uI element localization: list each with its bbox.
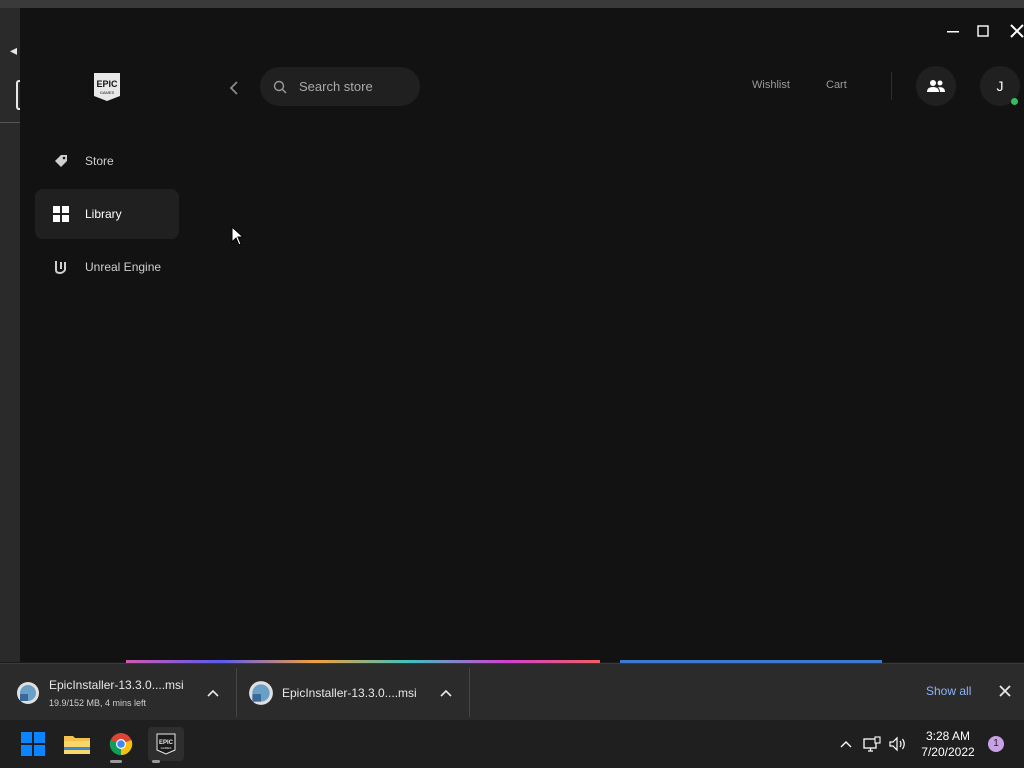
windows-taskbar: EPIC GAMES 3:28 AM 7/20/2022 [0, 720, 1024, 768]
background-window-titlebar [0, 0, 1024, 8]
background-divider [0, 122, 20, 123]
show-all-downloads-link[interactable]: Show all [926, 684, 971, 698]
tag-icon [51, 151, 71, 171]
network-button[interactable] [862, 734, 882, 754]
svg-text:EPIC: EPIC [96, 79, 118, 89]
sidebar-item-label: Store [85, 154, 114, 168]
maximize-button[interactable] [968, 16, 998, 46]
sidebar-item-label: Library [85, 207, 122, 221]
folder-icon [64, 736, 90, 754]
system-clock[interactable]: 3:28 AM 7/20/2022 [912, 728, 984, 760]
download-progress-text: 19.9/152 MB, 4 mins left [49, 697, 147, 708]
network-icon [863, 736, 881, 752]
chrome-icon [109, 733, 133, 756]
close-icon [999, 685, 1011, 697]
search-store-field[interactable] [260, 67, 420, 106]
avatar-initial: J [996, 78, 1004, 94]
svg-text:GAMES: GAMES [100, 90, 115, 95]
download-item[interactable]: EpicInstaller-13.3.0....msi [248, 664, 438, 721]
mouse-cursor-icon [231, 226, 245, 246]
top-bar-divider [891, 72, 892, 100]
show-hidden-icons-button[interactable] [836, 734, 856, 754]
sidebar-item-unreal-engine[interactable]: Unreal Engine [35, 242, 179, 292]
download-shelf: EpicInstaller-13.3.0....msi 19.9/152 MB,… [0, 663, 1024, 720]
epic-games-logo[interactable]: EPIC GAMES [93, 72, 121, 102]
chevron-up-icon [840, 741, 852, 748]
minimize-icon [947, 31, 959, 33]
close-download-shelf-button[interactable] [998, 684, 1012, 698]
start-button[interactable] [18, 729, 48, 759]
installer-file-icon [249, 680, 273, 705]
friends-icon [927, 80, 945, 92]
cart-link[interactable]: Cart [826, 79, 847, 91]
sidebar-item-library[interactable]: Library [35, 189, 179, 239]
wishlist-link[interactable]: Wishlist [752, 79, 790, 91]
online-status-dot [1011, 98, 1018, 105]
download-separator [236, 668, 237, 717]
search-icon [273, 80, 287, 93]
minimize-button[interactable] [938, 16, 968, 46]
epic-games-icon: EPIC GAMES [156, 733, 176, 755]
grid-icon [51, 204, 71, 224]
search-input[interactable] [299, 79, 409, 94]
download-separator [469, 668, 470, 717]
epic-running-indicator [152, 760, 160, 763]
epic-launcher-window: EPIC GAMES Store Library Unreal Engine S… [20, 8, 1024, 662]
windows-logo-icon [21, 732, 45, 756]
chrome-button[interactable] [106, 729, 136, 759]
back-button[interactable] [224, 78, 244, 98]
svg-text:GAMES: GAMES [161, 746, 172, 750]
background-back-arrow-icon: ◂ [10, 42, 18, 58]
installer-file-icon [17, 681, 39, 704]
download-options-button[interactable] [206, 686, 220, 700]
epic-launcher-taskbar-button[interactable]: EPIC GAMES [148, 727, 184, 761]
sidebar-item-store[interactable]: Store [35, 136, 179, 186]
download-filename: EpicInstaller-13.3.0....msi [49, 677, 184, 692]
volume-button[interactable] [888, 734, 908, 754]
chevron-up-icon [440, 689, 452, 697]
download-options-button[interactable] [439, 686, 453, 700]
unreal-icon [51, 257, 71, 277]
close-window-button[interactable] [1002, 16, 1024, 46]
chevron-up-icon [207, 689, 219, 697]
notification-badge[interactable]: 1 [988, 736, 1004, 752]
download-filename: EpicInstaller-13.3.0....msi [282, 685, 417, 700]
maximize-icon [977, 25, 989, 37]
clock-date: 7/20/2022 [921, 745, 975, 759]
chevron-left-icon [229, 81, 238, 95]
chrome-running-indicator [110, 760, 122, 763]
friends-button[interactable] [916, 66, 956, 106]
file-explorer-button[interactable] [62, 729, 92, 759]
download-item[interactable]: EpicInstaller-13.3.0....msi 19.9/152 MB,… [16, 664, 222, 721]
close-icon [1010, 24, 1024, 38]
sidebar-item-label: Unreal Engine [85, 260, 162, 274]
clock-time: 3:28 AM [925, 729, 971, 743]
volume-icon [889, 736, 905, 752]
